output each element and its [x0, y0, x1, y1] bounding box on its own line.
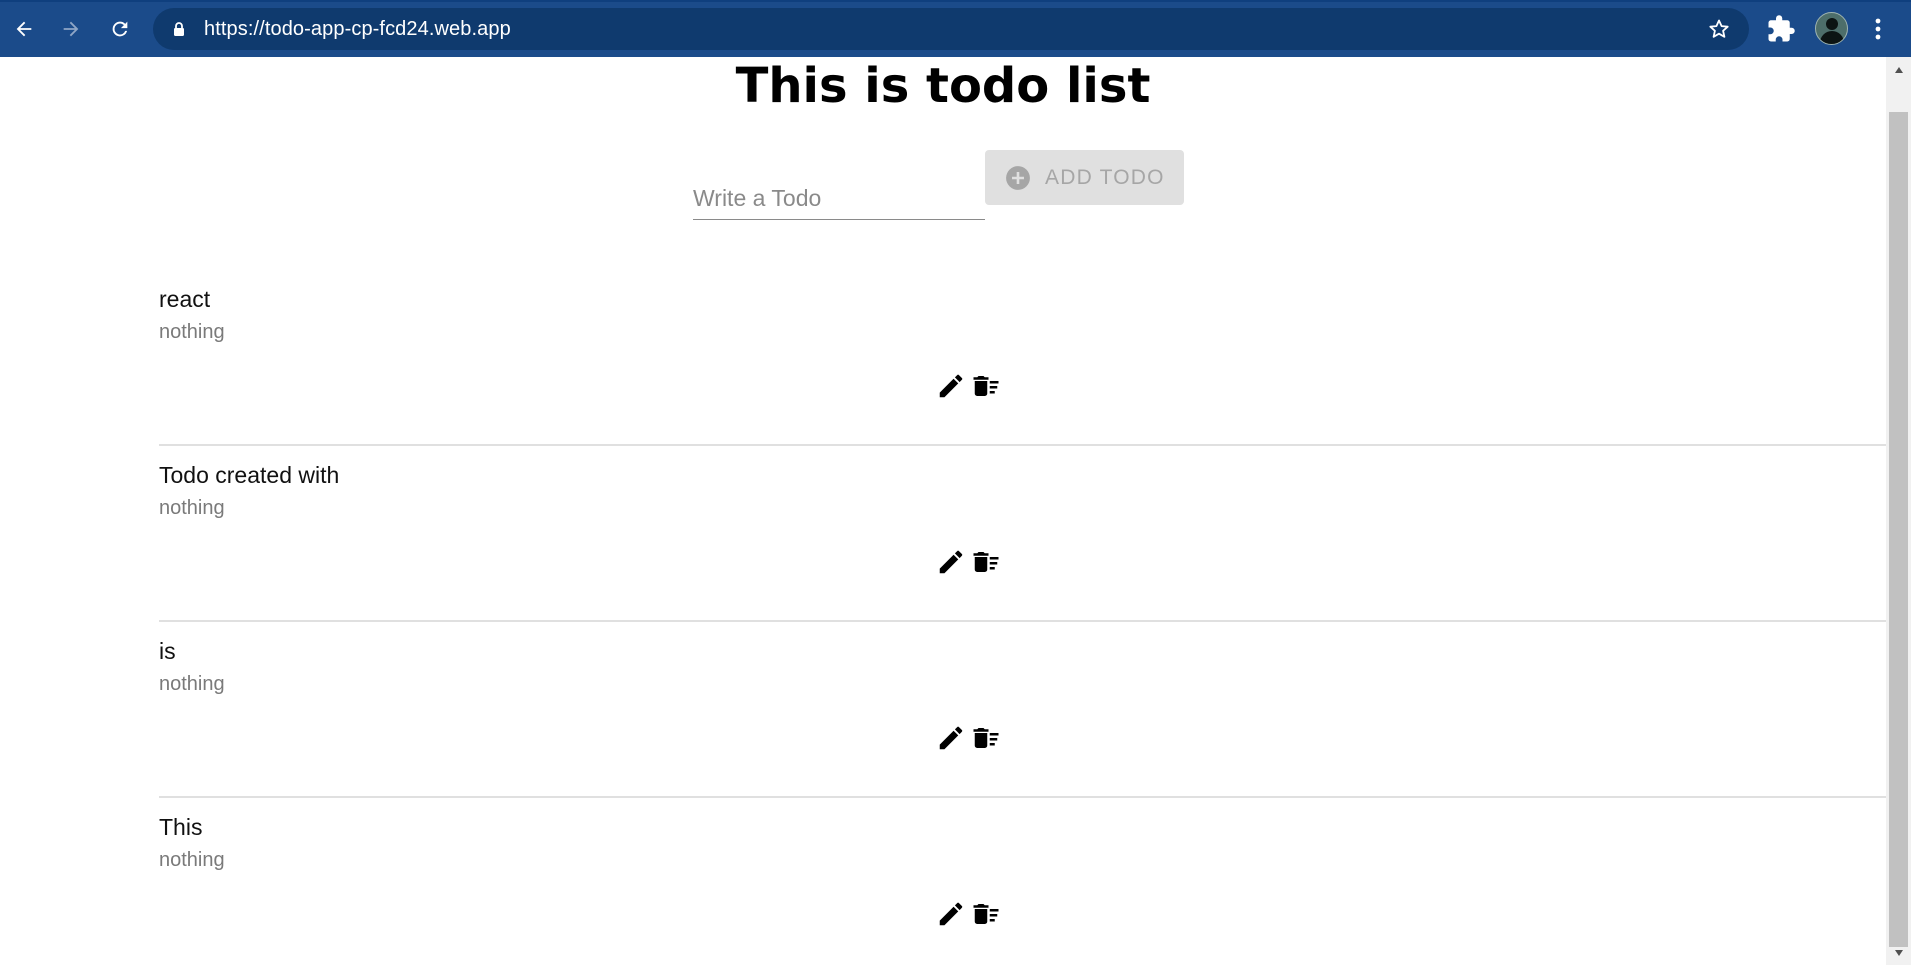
add-todo-label: ADD TODO: [1045, 165, 1165, 189]
tab-strip-edge: [0, 0, 1911, 2]
todo-title: is: [159, 638, 176, 664]
todo-actions: [935, 546, 1002, 578]
edit-button[interactable]: [935, 546, 967, 578]
delete-button[interactable]: [970, 370, 1002, 402]
pencil-icon: [939, 902, 963, 926]
edit-button[interactable]: [935, 370, 967, 402]
todo-item: react nothing: [159, 270, 1886, 446]
scroll-thumb[interactable]: [1889, 112, 1908, 947]
todo-list: react nothing Todo created with nothing …: [159, 270, 1886, 965]
address-bar[interactable]: https://todo-app-cp-fcd24.web.app: [153, 8, 1749, 50]
todo-title: Todo created with: [159, 462, 340, 488]
todo-actions: [935, 722, 1002, 754]
add-circle-icon: [1006, 165, 1030, 190]
avatar-head: [1826, 18, 1838, 30]
pencil-icon: [939, 550, 963, 574]
forward-arrow-icon: [63, 21, 79, 37]
scroll-up-button[interactable]: [1886, 57, 1911, 82]
scroll-down-arrow-icon: [1894, 949, 1903, 956]
reload-icon: [112, 21, 128, 37]
todo-description: nothing: [159, 849, 225, 871]
avatar[interactable]: [1815, 12, 1848, 45]
puzzle-icon[interactable]: [1766, 14, 1796, 44]
todo-item: Todo created with nothing: [159, 446, 1886, 622]
pencil-icon: [939, 726, 963, 750]
delete-sweep-icon: [973, 376, 999, 396]
todo-item: is nothing: [159, 622, 1886, 798]
scroll-up-arrow-icon: [1894, 66, 1903, 73]
star-icon[interactable]: [1707, 17, 1731, 41]
todo-actions: [935, 370, 1002, 402]
delete-sweep-icon: [973, 728, 999, 748]
avatar-body: [1820, 31, 1844, 44]
reload-button[interactable]: [104, 13, 136, 45]
lock-icon: [174, 22, 184, 36]
todo-description: nothing: [159, 321, 225, 343]
pencil-icon: [939, 374, 963, 398]
todo-item: This nothing: [159, 798, 1886, 965]
page-title: This is todo list: [735, 58, 1151, 114]
todo-actions: [935, 898, 1002, 930]
todo-input[interactable]: [693, 178, 985, 220]
back-button[interactable]: [8, 13, 40, 45]
edit-button[interactable]: [935, 722, 967, 754]
delete-sweep-icon: [973, 552, 999, 572]
delete-sweep-icon: [973, 904, 999, 924]
url-text: https://todo-app-cp-fcd24.web.app: [204, 18, 511, 40]
todo-description: nothing: [159, 497, 225, 519]
kebab-menu-icon[interactable]: [1868, 14, 1888, 44]
delete-button[interactable]: [970, 898, 1002, 930]
back-arrow-icon: [16, 21, 32, 37]
edit-button[interactable]: [935, 898, 967, 930]
todo-title: react: [159, 286, 211, 312]
delete-button[interactable]: [970, 546, 1002, 578]
add-todo-button[interactable]: ADD TODO: [985, 150, 1184, 205]
forward-button[interactable]: [55, 13, 87, 45]
todo-description: nothing: [159, 673, 225, 695]
scroll-down-button[interactable]: [1886, 940, 1911, 965]
browser-toolbar: https://todo-app-cp-fcd24.web.app: [0, 0, 1911, 57]
todo-title: This: [159, 814, 203, 840]
delete-button[interactable]: [970, 722, 1002, 754]
